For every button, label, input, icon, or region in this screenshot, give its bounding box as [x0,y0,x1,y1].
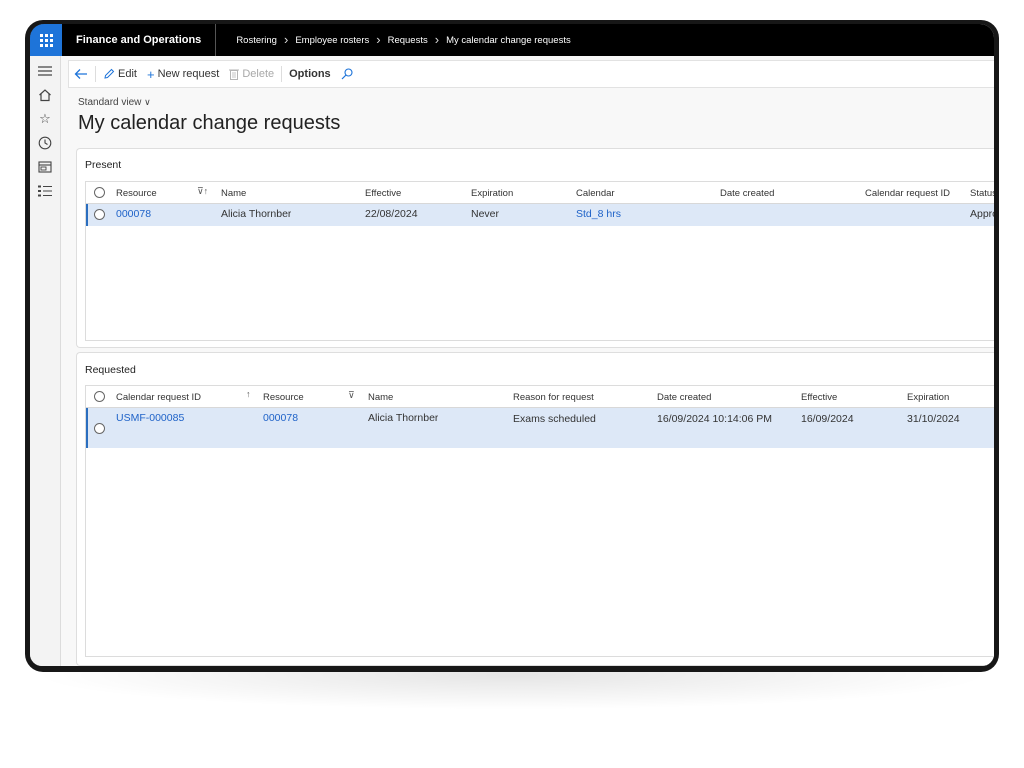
delete-label: Delete [242,68,275,80]
options-tab[interactable]: Options [284,60,336,88]
column-header-calendar[interactable]: Calendar [576,188,615,199]
home-icon[interactable] [37,87,53,103]
left-navigation-pane: ☆ [30,56,61,666]
select-all-radio[interactable] [94,187,105,198]
delete-button[interactable]: Delete [224,60,279,88]
chevron-right-icon: › [283,32,289,47]
breadcrumb-current-page: My calendar change requests [446,34,571,46]
options-label: Options [289,68,331,80]
present-fasttab: Present Resource ⊽↑ Name Effective Expir… [76,148,994,348]
expiration-cell: Never [471,208,500,220]
column-header-resource[interactable]: Resource [116,188,157,199]
column-header-effective[interactable]: Effective [365,188,401,199]
table-row[interactable]: 000078 Alicia Thornber 22/08/2024 Never … [86,204,994,226]
workspaces-icon[interactable] [37,159,53,175]
resource-link[interactable]: 000078 [116,208,151,220]
column-header-effective[interactable]: Effective [801,392,837,403]
new-request-label: New request [157,68,220,80]
column-header-name[interactable]: Name [368,392,393,403]
requested-grid: Calendar request ID ↑ Resource ⊽ Name Re… [85,385,994,657]
device-frame: Finance and Operations Rostering › Emplo… [25,20,999,672]
chevron-right-icon: › [376,32,381,47]
action-pane: Edit + New request Delete Options [68,60,994,88]
breadcrumb-rostering[interactable]: Rostering [236,35,277,46]
divider [95,66,96,82]
plus-icon: + [146,66,155,82]
view-selector[interactable]: Standard view ∨ [78,97,151,108]
app-window: Finance and Operations Rostering › Emplo… [30,24,994,666]
back-button[interactable] [69,60,93,88]
column-header-calendar-request-id[interactable]: Calendar request ID [865,188,950,199]
chevron-down-icon: ∨ [144,97,151,107]
filter-sort-icon[interactable]: ⊽↑ [197,186,208,197]
search-icon [341,68,353,80]
name-cell: Alicia Thornber [368,412,439,424]
new-request-button[interactable]: + New request [142,60,224,88]
column-header-date-created[interactable]: Date created [657,392,711,403]
page-title: My calendar change requests [78,112,341,134]
app-launcher-button[interactable] [30,24,62,56]
column-header-calendar-request-id[interactable]: Calendar request ID [116,392,201,403]
trash-icon [229,69,240,80]
edit-label: Edit [118,68,137,80]
app-title[interactable]: Finance and Operations [76,24,217,56]
present-grid-header: Resource ⊽↑ Name Effective Expiration Ca… [86,182,994,204]
waffle-icon [39,33,53,47]
star-favorites-icon[interactable]: ☆ [37,111,53,127]
requested-fasttab: Requested Calendar request ID ↑ Resource… [76,352,994,666]
table-row[interactable]: USMF-000085 000078 Alicia Thornber Exams… [86,408,994,448]
present-grid: Resource ⊽↑ Name Effective Expiration Ca… [85,181,994,341]
breadcrumb-employee-rosters[interactable]: Employee rosters [295,35,369,46]
effective-cell: 16/09/2024 [801,413,854,425]
clock-recent-icon[interactable] [37,135,53,151]
sort-ascending-icon[interactable]: ↑ [246,389,251,399]
hamburger-menu-icon[interactable] [37,63,53,79]
edit-button[interactable]: Edit [98,60,142,88]
calendar-link[interactable]: Std_8 hrs [576,208,621,220]
row-select-radio[interactable] [94,209,105,220]
present-fasttab-header[interactable]: Present [85,159,121,171]
column-header-resource[interactable]: Resource [263,392,304,403]
row-select-radio[interactable] [94,423,105,434]
divider [281,66,283,82]
column-header-reason[interactable]: Reason for request [513,392,594,403]
breadcrumb-requests[interactable]: Requests [388,35,428,46]
status-cell: Approved [970,208,994,220]
column-header-date-created[interactable]: Date created [720,188,774,199]
back-arrow-icon [74,69,87,79]
requested-fasttab-header[interactable]: Requested [85,364,136,376]
chevron-right-icon: › [434,32,440,47]
pencil-icon [104,68,115,79]
date-created-cell: 16/09/2024 10:14:06 PM [657,413,773,425]
column-header-expiration[interactable]: Expiration [471,188,513,199]
column-header-status[interactable]: Status [970,188,994,199]
view-selector-label: Standard view [78,97,142,108]
resource-link[interactable]: 000078 [263,412,298,424]
select-all-radio[interactable] [94,391,105,402]
expiration-cell: 31/10/2024 [907,413,960,425]
top-navigation-bar: Finance and Operations Rostering › Emplo… [30,24,994,56]
effective-cell: 22/08/2024 [365,208,418,220]
breadcrumb: Rostering › Employee rosters › Requests … [236,32,571,47]
reason-cell: Exams scheduled [513,413,596,425]
column-header-name[interactable]: Name [221,188,246,199]
requested-grid-header: Calendar request ID ↑ Resource ⊽ Name Re… [86,386,994,408]
calendar-request-id-link[interactable]: USMF-000085 [116,412,184,424]
search-button[interactable] [336,60,358,88]
column-header-expiration[interactable]: Expiration [907,392,949,403]
name-cell: Alicia Thornber [221,208,292,220]
modules-list-icon[interactable] [37,183,53,199]
filter-icon[interactable]: ⊽ [348,390,355,401]
